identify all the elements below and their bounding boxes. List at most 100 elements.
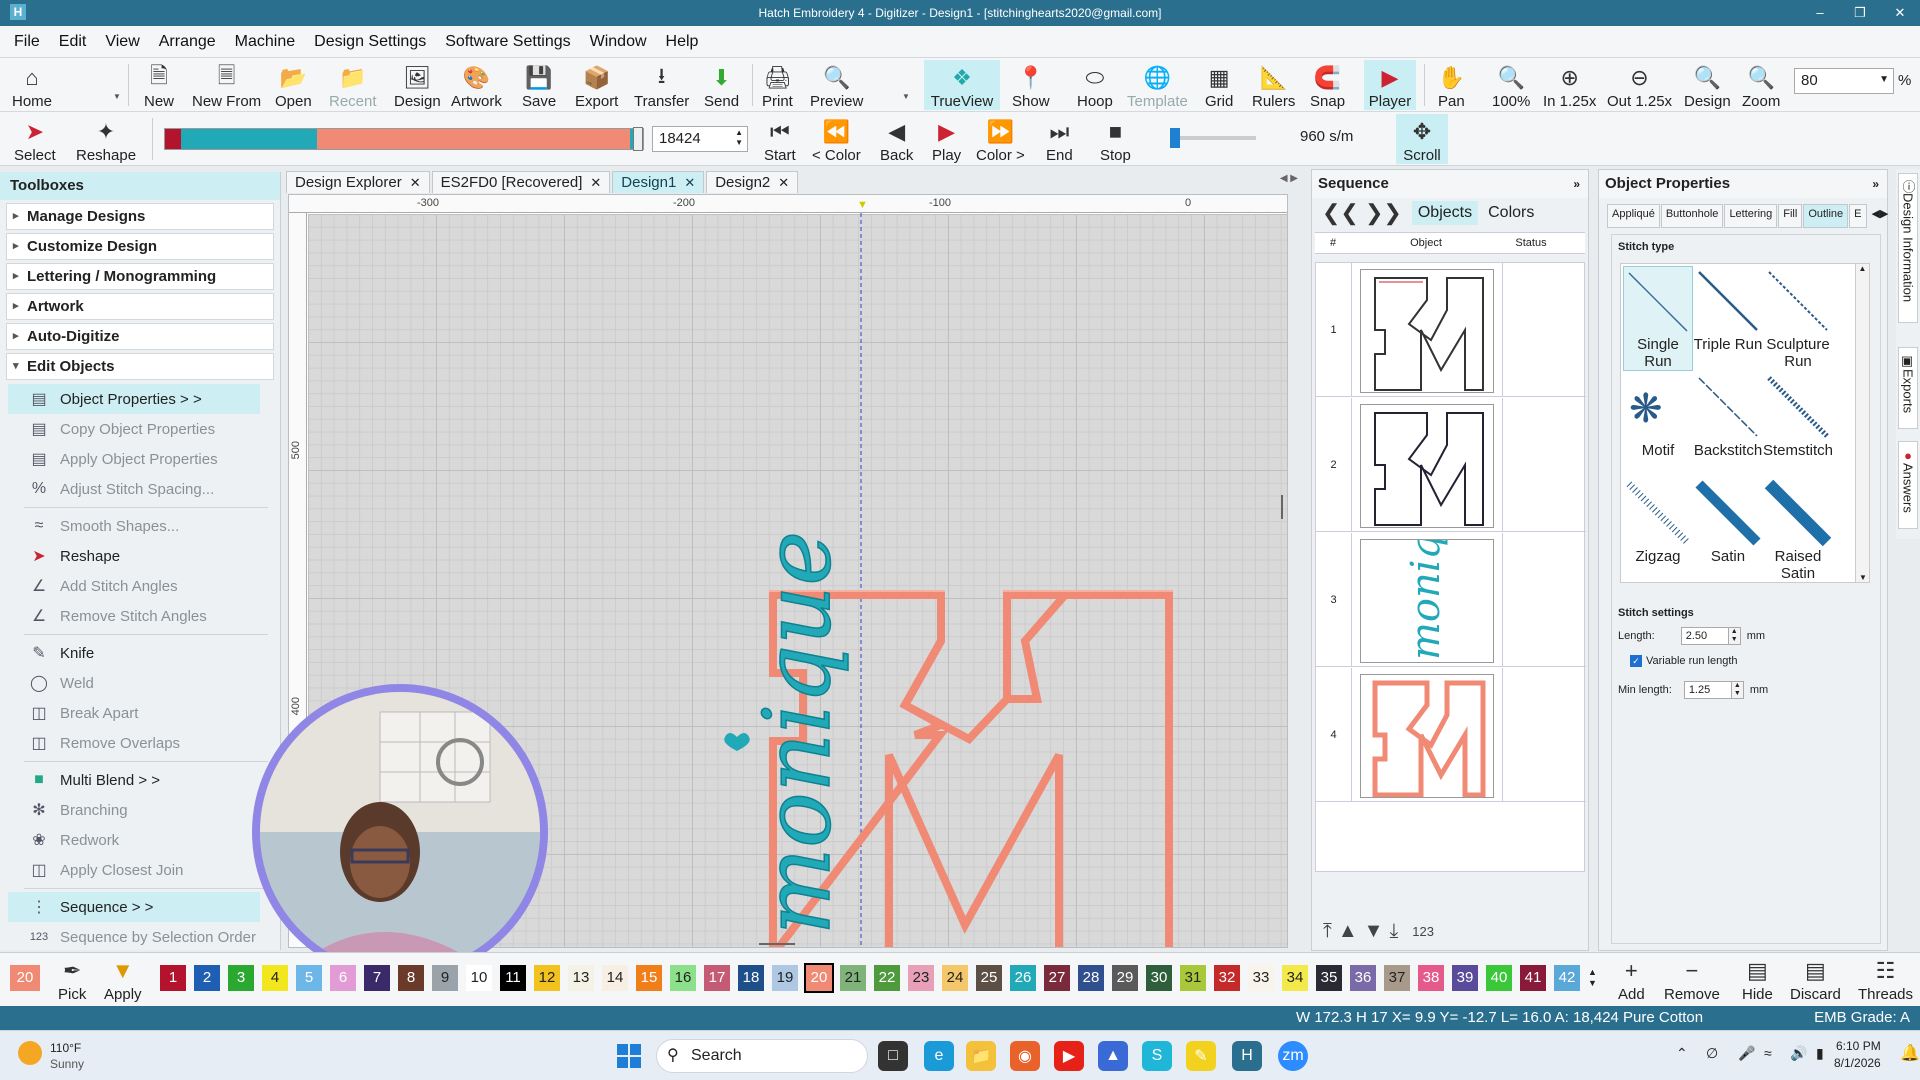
end-button[interactable]: ⏭ End	[1046, 114, 1073, 164]
tab-outline[interactable]: Outline	[1803, 204, 1849, 228]
close-icon[interactable]: ✕	[410, 175, 421, 190]
recent-button[interactable]: 📁 Recent	[329, 60, 377, 110]
sequence-row[interactable]: 1	[1316, 263, 1586, 397]
thread-swatch-10[interactable]: 10	[466, 965, 492, 991]
tab-design-explorer[interactable]: Design Explorer ✕	[286, 171, 430, 193]
back-button[interactable]: ◀ Back	[880, 114, 913, 164]
new-from-button[interactable]: 🗏 New From	[192, 60, 261, 110]
sticky-notes-icon[interactable]: ✎	[1186, 1041, 1216, 1071]
gallery-scrollbar[interactable]: ▲ ▼	[1855, 264, 1869, 582]
object-thumbnail[interactable]	[1360, 269, 1494, 393]
tab-design2[interactable]: Design2 ✕	[706, 171, 799, 193]
min-length-spinner-icon[interactable]: ▲ ▼	[1731, 681, 1744, 699]
file-explorer-icon[interactable]: 📁	[966, 1041, 996, 1071]
pick-button[interactable]: ✒ Pick	[58, 953, 86, 1003]
stitch-sculpture-run[interactable]: Sculpture Run	[1763, 266, 1833, 371]
menu-file[interactable]: File	[14, 33, 40, 51]
photos-icon[interactable]: ▲	[1098, 1041, 1128, 1071]
tab-buttonhole[interactable]: Buttonhole	[1660, 204, 1724, 228]
thread-swatch-28[interactable]: 28	[1078, 965, 1104, 991]
zoom-design-button[interactable]: 🔍 Design	[1684, 60, 1731, 110]
stop-button[interactable]: ■ Stop	[1100, 114, 1131, 164]
player-button[interactable]: ▶ Player	[1364, 60, 1416, 110]
tab-lettering[interactable]: Lettering	[1724, 204, 1778, 228]
stitch-zigzag[interactable]: Zigzag	[1623, 478, 1693, 583]
move-last-icon[interactable]: ⤓	[1389, 920, 1398, 943]
trueview-button[interactable]: ❖ TrueView	[924, 60, 1000, 110]
zoom-out-button[interactable]: ⊖ Out 1.25x	[1607, 60, 1672, 110]
thread-swatch-20[interactable]: 20	[804, 963, 834, 993]
current-color-swatch[interactable]: 20	[10, 965, 40, 991]
tool-knife[interactable]: ✎ Knife	[0, 638, 280, 668]
thread-swatch-9[interactable]: 9	[432, 965, 458, 991]
hide-color-button[interactable]: ▤ Hide	[1742, 953, 1773, 1003]
thread-swatch-19[interactable]: 19	[772, 965, 798, 991]
object-thumbnail[interactable]: monique	[1360, 539, 1494, 663]
thread-swatch-33[interactable]: 33	[1248, 965, 1274, 991]
palette-scroll-icon[interactable]: ▲ ▼	[1588, 967, 1597, 989]
sequence-row[interactable]: 3 monique	[1316, 533, 1586, 667]
grid-button[interactable]: ▦ Grid	[1205, 60, 1233, 110]
move-up-icon[interactable]: ▲	[1338, 920, 1358, 943]
tool-weld[interactable]: ◯ Weld	[0, 668, 280, 698]
tool-multi-blend[interactable]: ■ Multi Blend > >	[0, 765, 280, 795]
firefox-icon[interactable]: ◉	[1010, 1041, 1040, 1071]
notifications-icon[interactable]: 🔔	[1900, 1043, 1920, 1063]
home-button[interactable]: ⌂ Home	[12, 60, 52, 110]
sequence-row[interactable]: 4	[1316, 668, 1586, 802]
min-length-input[interactable]: 1.25	[1683, 681, 1732, 699]
tool-break-apart[interactable]: ◫ Break Apart	[0, 698, 280, 728]
tab-scroll-icon[interactable]: ◀ ▶	[1280, 173, 1298, 184]
close-icon[interactable]: ✕	[684, 175, 695, 190]
sequence-list[interactable]: 1 2 3 monique 4	[1315, 262, 1586, 872]
speed-slider[interactable]	[1170, 128, 1256, 148]
scroll-button[interactable]: ✥ Scroll	[1396, 114, 1448, 164]
tool-reshape[interactable]: ➤ Reshape	[0, 541, 280, 571]
play-button[interactable]: ▶ Play	[932, 114, 961, 164]
thread-swatch-5[interactable]: 5	[296, 965, 322, 991]
menu-design-settings[interactable]: Design Settings	[314, 33, 426, 51]
tool-copy-object-properties[interactable]: ▤ Copy Object Properties	[0, 414, 280, 444]
thread-swatch-24[interactable]: 24	[942, 965, 968, 991]
tool-smooth-shapes[interactable]: ≈ Smooth Shapes...	[0, 511, 280, 541]
thread-swatch-2[interactable]: 2	[194, 965, 220, 991]
sequence-counter[interactable]: 123	[1412, 924, 1434, 939]
minimize-icon[interactable]: –	[1800, 0, 1840, 26]
thread-swatch-3[interactable]: 3	[228, 965, 254, 991]
tab-answers[interactable]: ● Answers	[1898, 441, 1918, 529]
add-color-button[interactable]: + Add	[1618, 953, 1645, 1003]
menu-edit[interactable]: Edit	[59, 33, 87, 51]
menu-machine[interactable]: Machine	[235, 33, 295, 51]
task-view-icon[interactable]: □	[878, 1041, 908, 1071]
thread-swatch-40[interactable]: 40	[1486, 965, 1512, 991]
move-first-icon[interactable]: ⤒	[1323, 920, 1332, 943]
group-lettering[interactable]: Lettering / Monogramming	[6, 263, 274, 290]
thread-swatch-36[interactable]: 36	[1350, 965, 1376, 991]
tabs-scroll-icon[interactable]: ◀▶	[1868, 204, 1893, 228]
open-button[interactable]: 📂 Open	[275, 60, 312, 110]
artwork-button[interactable]: 🎨 Artwork	[451, 60, 502, 110]
close-icon[interactable]: ✕	[590, 175, 601, 190]
move-down-icon[interactable]: ▼	[1364, 920, 1384, 943]
thread-swatch-34[interactable]: 34	[1282, 965, 1308, 991]
snap-button[interactable]: 🧲 Snap	[1310, 60, 1345, 110]
thread-swatch-39[interactable]: 39	[1452, 965, 1478, 991]
thread-swatch-31[interactable]: 31	[1180, 965, 1206, 991]
thread-swatch-29[interactable]: 29	[1112, 965, 1138, 991]
discard-color-button[interactable]: ▤ Discard	[1790, 953, 1841, 1003]
thread-swatch-35[interactable]: 35	[1316, 965, 1342, 991]
stitch-progress-handle[interactable]	[633, 127, 643, 151]
zoom-meeting-icon[interactable]: zm	[1278, 1041, 1308, 1071]
thread-swatch-14[interactable]: 14	[602, 965, 628, 991]
export-button[interactable]: 📦 Export	[575, 60, 618, 110]
thread-swatch-11[interactable]: 11	[500, 965, 526, 991]
stitch-single-run[interactable]: Single Run	[1623, 266, 1693, 371]
thread-swatch-23[interactable]: 23	[908, 965, 934, 991]
zoom-in-button[interactable]: ⊕ In 1.25x	[1543, 60, 1596, 110]
design-button[interactable]: 🖼 Design	[394, 60, 441, 110]
thread-swatch-1[interactable]: 1	[160, 965, 186, 991]
thread-swatch-13[interactable]: 13	[568, 965, 594, 991]
tab-design-information[interactable]: ⓘ Design Information	[1898, 173, 1918, 323]
stitch-satin[interactable]: Satin	[1693, 478, 1763, 583]
tool-add-stitch-angles[interactable]: ∠ Add Stitch Angles	[0, 571, 280, 601]
